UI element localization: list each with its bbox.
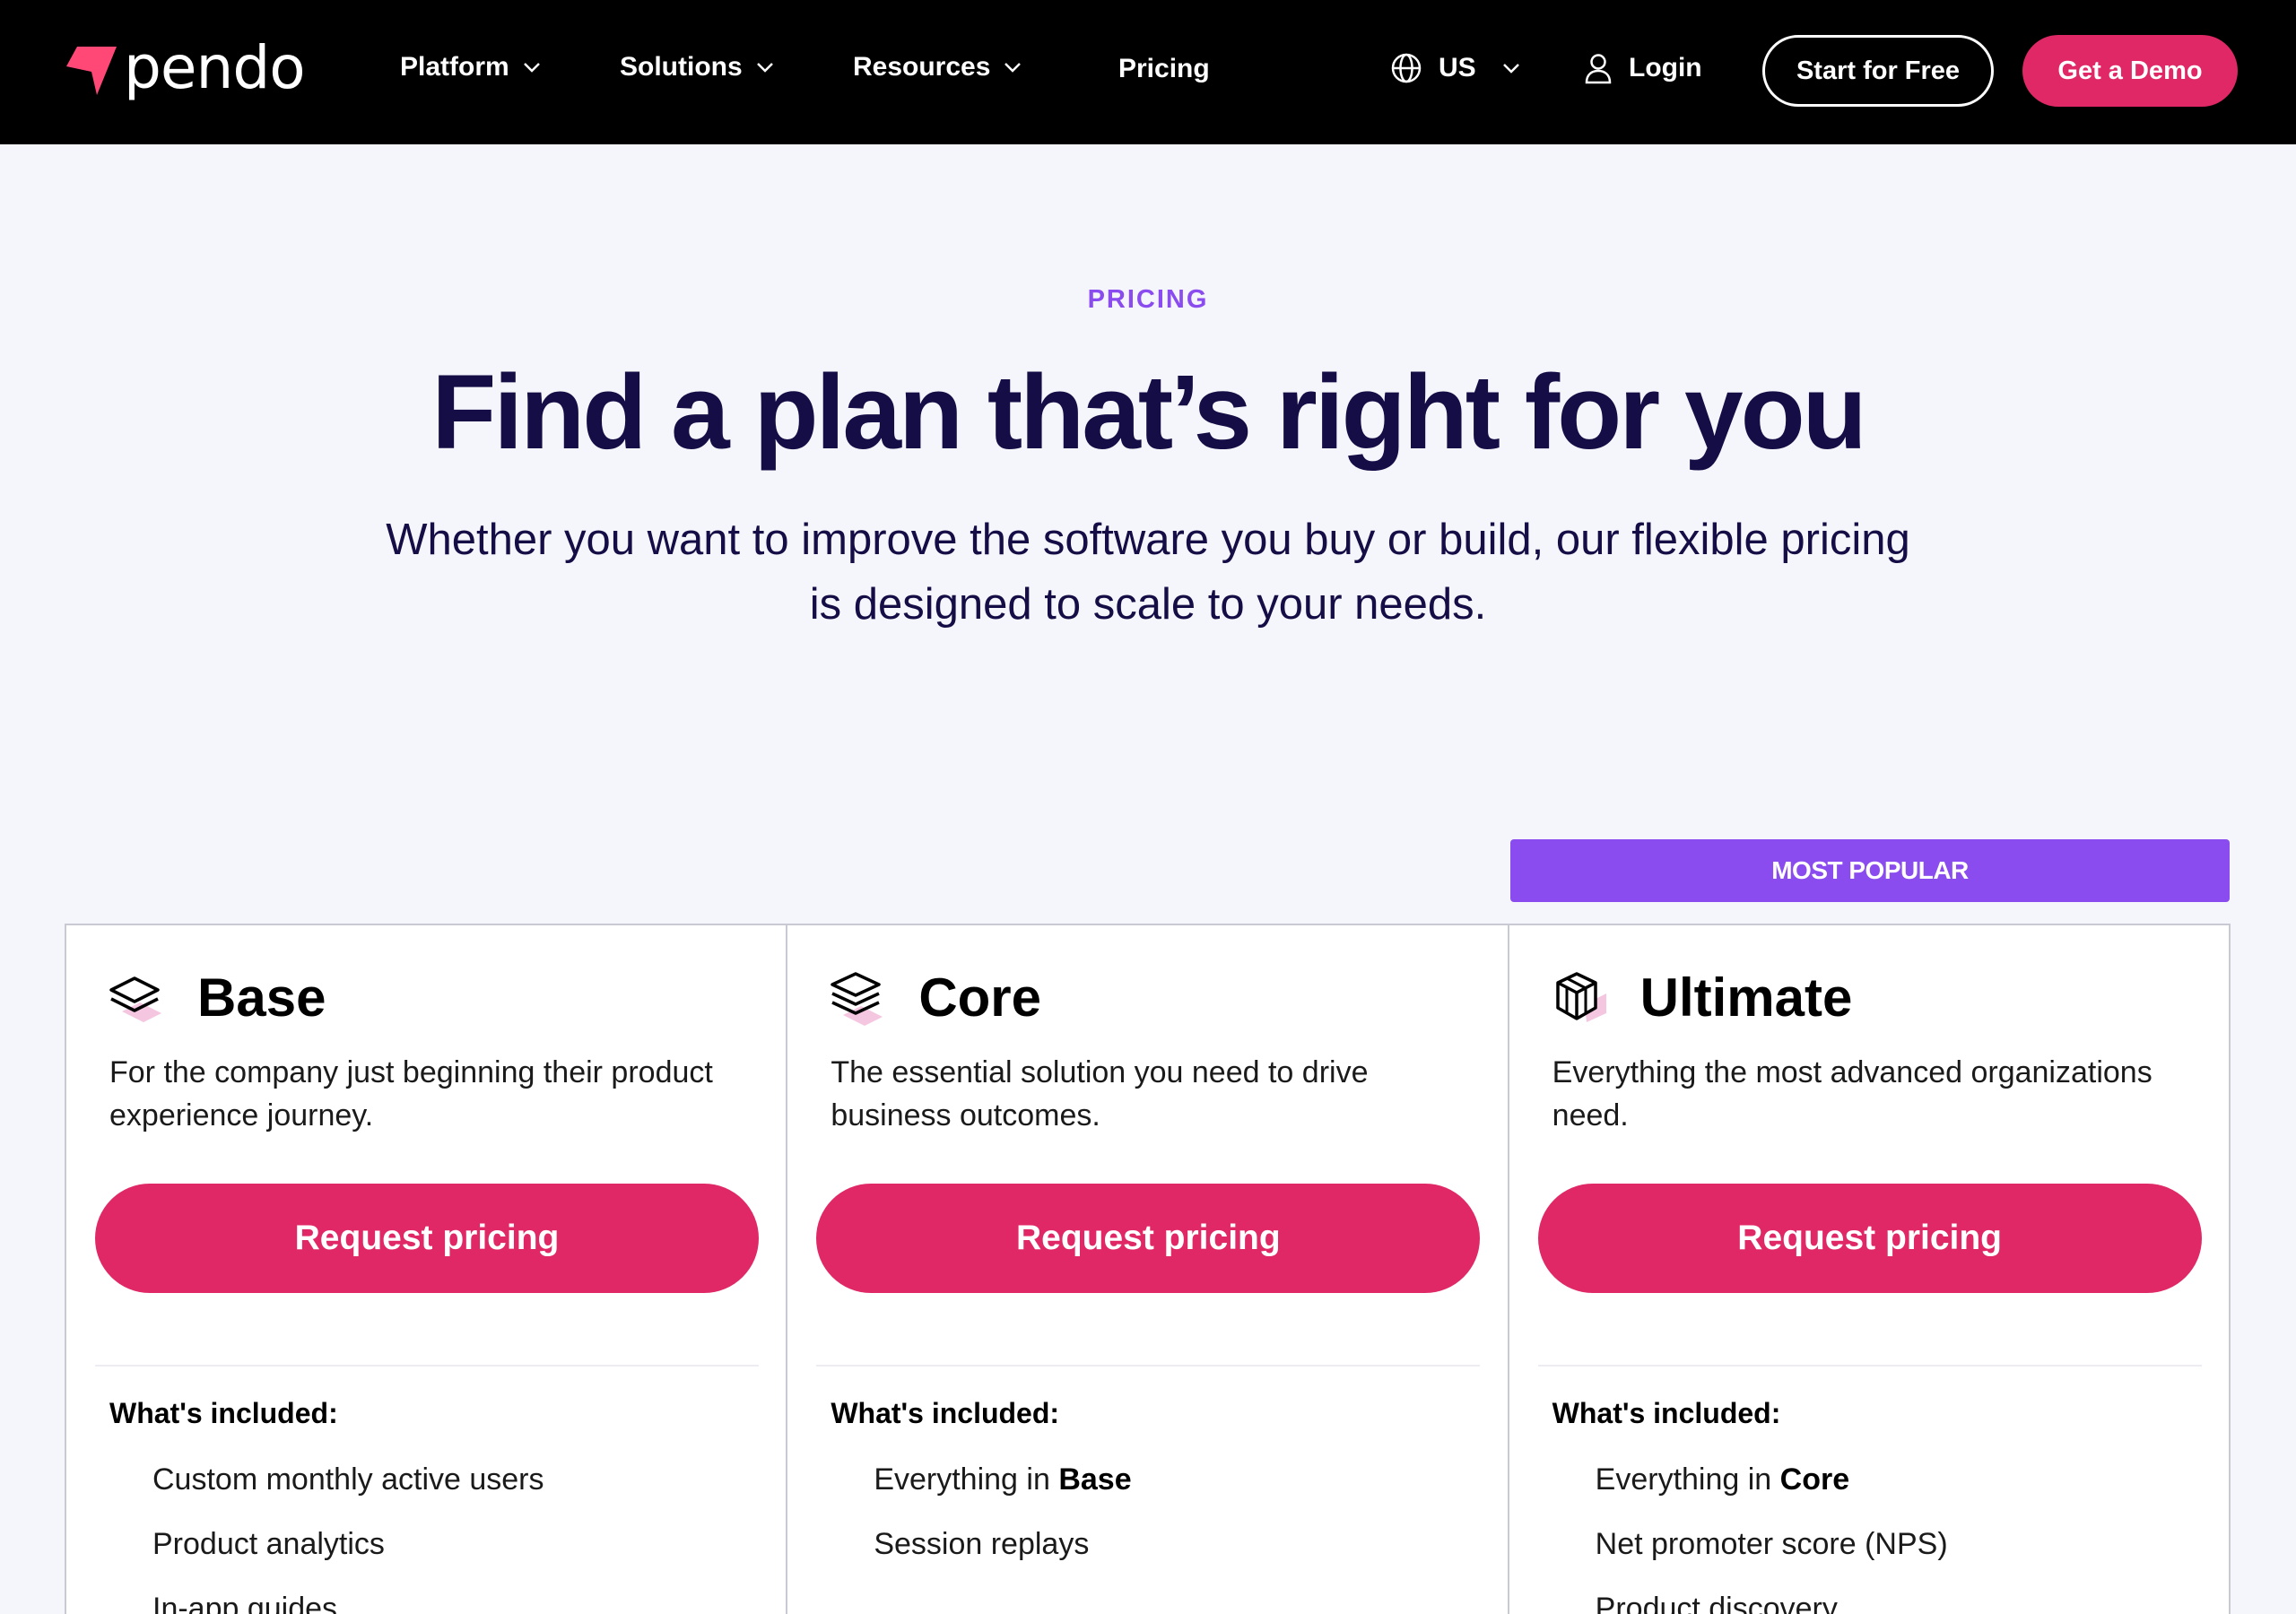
pendo-logo[interactable]: pendo [65, 33, 306, 102]
feature-list: Custom monthly active users Product anal… [152, 1460, 544, 1614]
nav-resources-label: Resources [853, 52, 991, 82]
feature-item: In-app guides [152, 1592, 338, 1614]
whats-included-heading: What's included: [831, 1397, 1060, 1429]
nav-resources[interactable]: Resources [853, 52, 1022, 82]
plan-name: Ultimate [1639, 968, 1853, 1028]
plan-name: Core [918, 968, 1042, 1028]
feature-item: Product discovery [1595, 1592, 1838, 1614]
plan-card-base: Base For the company just beginning thei… [66, 925, 788, 1614]
feature-item: Everything in Core [1595, 1462, 1850, 1497]
pricing-eyebrow: PRICING [1087, 285, 1209, 314]
nav-pricing-label: Pricing [1118, 54, 1210, 83]
start-for-free-button[interactable]: Start for Free [1762, 35, 1994, 107]
whats-included-heading: What's included: [1552, 1397, 1781, 1429]
plan-name: Base [197, 968, 326, 1028]
chevron-down-icon [523, 63, 540, 73]
whats-included-heading: What's included: [109, 1397, 338, 1429]
plan-description: The essential solution you need to drive… [831, 1055, 1369, 1132]
feature-item: Custom monthly active users [152, 1462, 544, 1497]
nav-solutions-label: Solutions [620, 52, 743, 82]
nav-pricing[interactable]: Pricing [1118, 54, 1210, 84]
nav-solutions[interactable]: Solutions [620, 52, 775, 82]
feature-item: Net promoter score (NPS) [1595, 1527, 1948, 1561]
request-pricing-button-ultimate[interactable]: Request pricing [1537, 1184, 2202, 1293]
user-icon [1585, 54, 1612, 84]
request-pricing-button-core[interactable]: Request pricing [816, 1184, 1481, 1293]
plan-card-core: Core The essential solution you need to … [787, 925, 1509, 1614]
login-label: Login [1629, 53, 1702, 82]
chevron-down-icon [756, 63, 773, 73]
plan-card-ultimate: Ultimate Everything the most advanced or… [1509, 925, 2229, 1614]
page-subtitle: Whether you want to improve the software… [386, 516, 1910, 629]
nav-platform[interactable]: Platform [400, 52, 542, 82]
plan-description: Everything the most advanced organizatio… [1552, 1055, 2152, 1132]
plan-description: For the company just beginning their pro… [109, 1055, 713, 1132]
divider [95, 1365, 759, 1367]
feature-list: Everything in Core Net promoter score (N… [1596, 1460, 1948, 1614]
get-a-demo-button[interactable]: Get a Demo [2022, 35, 2238, 107]
nav-platform-label: Platform [400, 52, 509, 82]
layers-icon [109, 976, 161, 1022]
divider [1537, 1365, 2202, 1367]
pricing-cards: Base For the company just beginning thei… [65, 924, 2231, 1614]
request-pricing-button-base[interactable]: Request pricing [95, 1184, 759, 1293]
cube-icon [1555, 972, 1606, 1022]
feature-item: Product analytics [152, 1527, 385, 1561]
region-label: US [1439, 53, 1476, 82]
pendo-logo-icon [66, 47, 117, 95]
top-nav: pendo Platform Solutions Resources Prici… [0, 0, 2296, 144]
page-title: Find a plan that’s right for you [431, 353, 1866, 472]
globe-icon [1391, 53, 1422, 83]
feature-item: Session replays [874, 1527, 1090, 1561]
divider [816, 1365, 1481, 1367]
logo-wordmark: pendo [124, 33, 306, 102]
login-link[interactable]: Login [1584, 52, 1702, 84]
chevron-down-icon [1502, 64, 1519, 74]
stacked-layers-icon [831, 972, 883, 1026]
feature-item: Everything in Base [874, 1462, 1132, 1497]
chevron-down-icon [1004, 63, 1022, 73]
feature-list: Everything in Base Session replays [874, 1460, 1131, 1589]
region-selector[interactable]: US [1390, 52, 1521, 84]
most-popular-badge: MOST POPULAR [1510, 839, 2230, 902]
